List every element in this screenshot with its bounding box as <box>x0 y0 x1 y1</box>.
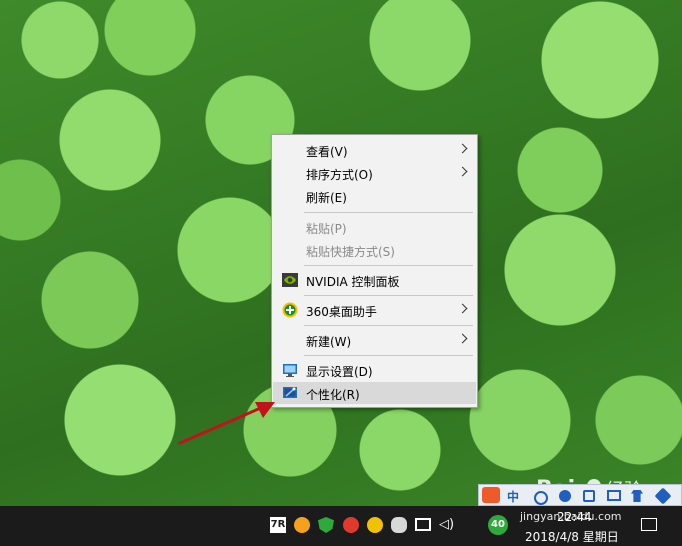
sogou-ime-toolbar[interactable]: 中 <box>478 484 682 506</box>
ime-punctuation-icon[interactable] <box>534 491 548 505</box>
tray-g-icon[interactable] <box>294 517 310 533</box>
menu-item-view[interactable]: 查看(V) <box>273 139 476 161</box>
tray-badge-icon[interactable]: 40 <box>488 515 508 535</box>
sogou-logo-icon <box>482 487 500 503</box>
action-center-icon[interactable] <box>641 518 657 531</box>
menu-item-paste-shortcut[interactable]: 粘贴快捷方式(S) <box>273 239 476 261</box>
menu-separator <box>304 295 473 296</box>
watermark-url: jingyan.baidu.com <box>520 510 622 523</box>
menu-item-display-settings[interactable]: 显示设置(D) <box>273 359 476 381</box>
360-assistant-icon <box>282 302 298 318</box>
menu-separator <box>304 325 473 326</box>
tray-red-app-icon[interactable] <box>343 517 359 533</box>
menu-separator <box>304 355 473 356</box>
menu-item-personalize[interactable]: 个性化(R) <box>273 382 476 404</box>
submenu-arrow-icon <box>457 303 468 314</box>
menu-item-nvidia-control-panel[interactable]: NVIDIA 控制面板 <box>273 269 476 291</box>
menu-separator <box>304 212 473 213</box>
clock-date[interactable]: 2018/4/8 星期日 <box>525 528 619 545</box>
wechat-icon[interactable] <box>391 517 407 533</box>
menu-item-sort-by[interactable]: 排序方式(O) <box>273 162 476 184</box>
menu-separator <box>304 265 473 266</box>
ime-mode-chinese[interactable]: 中 <box>507 488 519 505</box>
menu-item-paste[interactable]: 粘贴(P) <box>273 216 476 238</box>
menu-item-refresh[interactable]: 刷新(E) <box>273 185 476 207</box>
submenu-arrow-icon <box>457 166 468 177</box>
nvidia-icon <box>282 272 298 288</box>
display-settings-icon <box>282 362 298 378</box>
submenu-arrow-icon <box>457 143 468 154</box>
menu-item-new[interactable]: 新建(W) <box>273 329 476 351</box>
ime-keyboard-icon[interactable] <box>607 490 621 501</box>
desktop-context-menu: 查看(V) 排序方式(O) 刷新(E) 粘贴(P) 粘贴快捷方式(S) NVID… <box>271 134 478 408</box>
annotation-arrow-icon <box>178 402 275 445</box>
submenu-arrow-icon <box>457 333 468 344</box>
security-shield-icon[interactable] <box>318 517 334 533</box>
ime-skin-icon[interactable] <box>631 490 643 502</box>
360-tray-icon[interactable] <box>367 517 383 533</box>
tray-app-icon[interactable]: 7R <box>270 517 286 533</box>
network-icon[interactable] <box>415 518 431 531</box>
ime-emoji-icon[interactable] <box>559 490 571 502</box>
menu-item-360-desktop-assistant[interactable]: 360桌面助手 <box>273 299 476 321</box>
ime-settings-icon[interactable] <box>654 487 672 505</box>
volume-icon[interactable]: ◁) <box>439 517 455 533</box>
ime-voice-icon[interactable] <box>583 490 595 502</box>
